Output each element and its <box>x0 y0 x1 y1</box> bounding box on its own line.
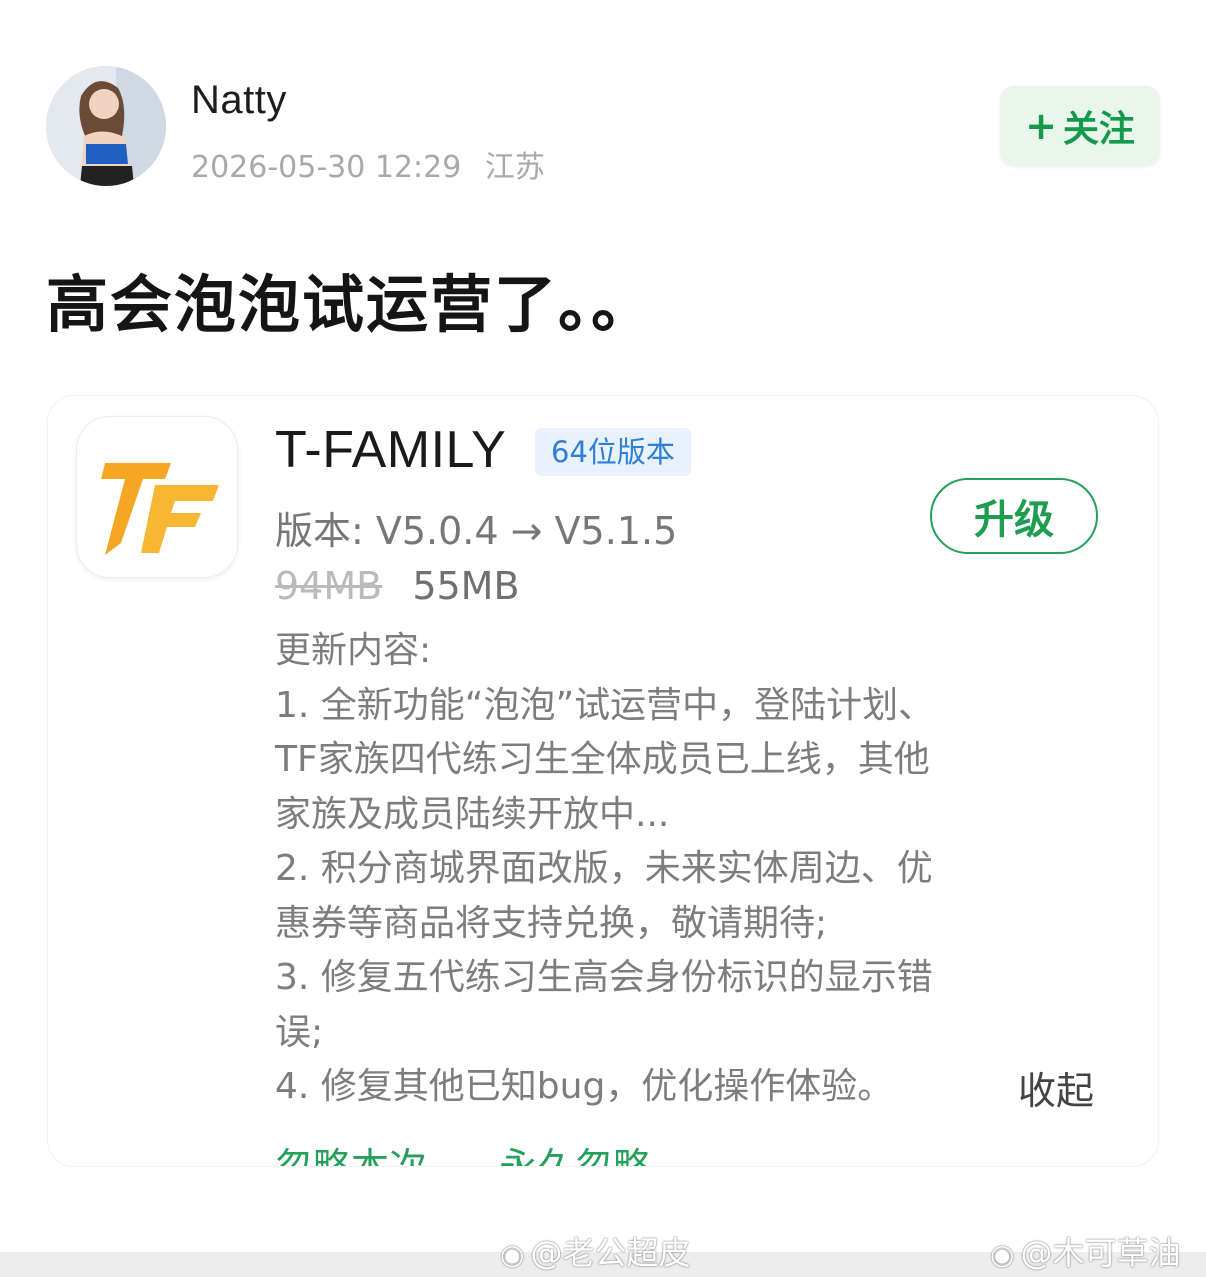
new-size: 55MB <box>412 564 520 608</box>
post-header: Natty 2026-05-30 12:29 江苏 + 关注 <box>46 66 1166 191</box>
post-text: 高会泡泡试运营了。。 <box>46 268 656 341</box>
app-update-card: T-FAMILY 64位版本 版本: V5.0.4 → V5.1.5 升级 94… <box>48 396 1158 1166</box>
changelog-line: 惠券等商品将支持兑换，敬请期待; <box>275 902 828 944</box>
post-location: 江苏 <box>484 150 545 185</box>
ignore-once-button[interactable]: 忽略本次 <box>275 1145 427 1166</box>
old-size: 94MB <box>275 564 383 608</box>
app-icon <box>76 416 238 578</box>
changelog-line: 4. 修复其他已知bug，优化操作体验。 <box>275 1066 894 1107</box>
upgrade-button[interactable]: 升级 <box>930 478 1098 554</box>
weibo-icon: ◉ <box>500 1238 525 1271</box>
avatar-photo-icon <box>46 66 166 186</box>
app-name: T-FAMILY <box>275 421 507 479</box>
weibo-icon: ◉ <box>990 1238 1015 1271</box>
changelog: 更新内容: 1. 全新功能“泡泡”试运营中，登陆计划、 TF家族四代练习生全体成… <box>275 624 934 1115</box>
post-meta: 2026-05-30 12:29 江苏 <box>191 142 545 186</box>
changelog-line: TF家族四代练习生全体成员已上线，其他 <box>275 739 930 780</box>
author-name[interactable]: Natty <box>191 78 287 123</box>
changelog-line: 1. 全新功能“泡泡”试运营中，登陆计划、 <box>275 684 935 726</box>
watermark-right: ◉ @木可草油 <box>990 1228 1180 1274</box>
watermark-left-text: @老公超皮 <box>530 1234 691 1272</box>
author-avatar[interactable] <box>46 66 166 186</box>
ignore-actions: 忽略本次 永久忽略 <box>275 1136 711 1166</box>
bit-version-badge: 64位版本 <box>535 428 691 476</box>
version-line: 版本: V5.0.4 → V5.1.5 <box>275 509 678 553</box>
size-line: 94MB 55MB <box>275 564 520 608</box>
tf-logo-icon <box>101 463 219 555</box>
plus-icon: + <box>1025 104 1057 148</box>
changelog-line: 误; <box>275 1011 324 1053</box>
changelog-title: 更新内容: <box>275 630 432 671</box>
changelog-line: 2. 积分商城界面改版，未来实体周边、优 <box>275 848 933 889</box>
watermark-right-text: @木可草油 <box>1020 1234 1181 1272</box>
ignore-forever-button[interactable]: 永久忽略 <box>499 1145 651 1166</box>
collapse-link[interactable]: 收起 <box>1018 1060 1094 1115</box>
changelog-line: 3. 修复五代练习生高会身份标识的显示错 <box>275 957 933 998</box>
changelog-line: 家族及成员陆续开放中... <box>275 793 670 835</box>
follow-label: 关注 <box>1062 109 1135 150</box>
watermark-left: ◉ @老公超皮 <box>500 1228 690 1274</box>
follow-button[interactable]: + 关注 <box>1000 86 1160 166</box>
post-datetime: 2026-05-30 12:29 <box>191 150 462 185</box>
